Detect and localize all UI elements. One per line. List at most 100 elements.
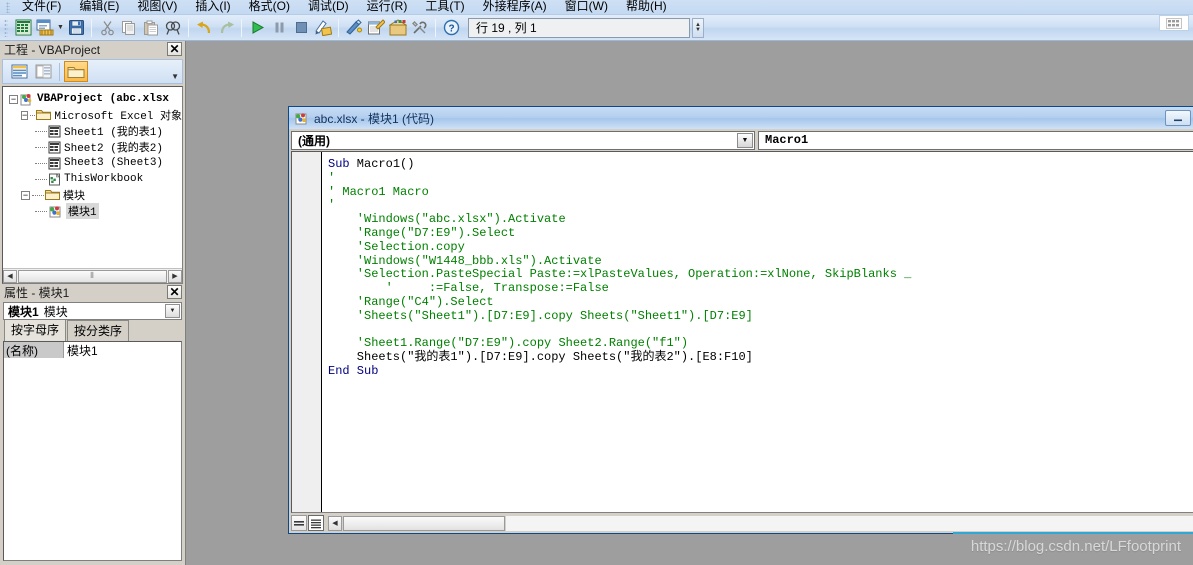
project-toolbar-separator: [59, 62, 60, 81]
help-icon[interactable]: ?: [440, 17, 462, 39]
toolbar-separator-1: [91, 18, 92, 37]
code-line: ' :=False, Transpose:=False: [328, 281, 609, 296]
project-explorer-panel: 工程 - VBAProject ✕ ▼ − VBAProject (abc.xl…: [0, 41, 186, 284]
tree-node-module1[interactable]: 模块1: [7, 203, 182, 219]
tree-connector: [35, 178, 47, 180]
code-window-titlebar[interactable]: abc.xlsx - 模块1 (代码): [289, 107, 1193, 129]
view-object-icon[interactable]: [31, 61, 55, 82]
full-module-view-button[interactable]: [308, 515, 324, 531]
project-tree-horizontal-scrollbar[interactable]: ◀ ⦀ ▶: [3, 268, 182, 283]
tree-node-modules-folder[interactable]: − 模块: [7, 187, 182, 203]
project-toolbar-overflow-icon[interactable]: ▼: [171, 72, 179, 81]
undo-icon[interactable]: [193, 17, 215, 39]
property-value[interactable]: 模块1: [64, 342, 181, 359]
chevron-down-icon[interactable]: ▼: [737, 132, 753, 148]
procedure-view-button[interactable]: [291, 515, 307, 531]
menu-item-debug[interactable]: 调试(D): [299, 0, 358, 14]
tab-categorized[interactable]: 按分类序: [67, 320, 130, 341]
pause-icon[interactable]: [268, 17, 290, 39]
object-browser-icon[interactable]: [387, 17, 409, 39]
properties-object-combo[interactable]: 模块1 模块 ▼: [3, 302, 182, 320]
menu-item-tools[interactable]: 工具(T): [416, 0, 473, 14]
insert-dropdown-arrow-icon[interactable]: ▼: [56, 17, 65, 39]
view-code-icon[interactable]: [7, 61, 31, 82]
redo-icon[interactable]: [215, 17, 237, 39]
tree-node-sheet3[interactable]: Sheet3 (Sheet3): [7, 155, 182, 171]
save-icon[interactable]: [65, 17, 87, 39]
chevron-down-icon[interactable]: ▼: [165, 304, 180, 318]
property-row[interactable]: (名称) 模块1: [4, 342, 181, 358]
code-editor-area[interactable]: Sub Macro1() ' ' Macro1 Macro ' 'Windows("a…: [291, 151, 1193, 513]
project-explorer-icon[interactable]: [343, 17, 365, 39]
code-window-title: abc.xlsx - 模块1 (代码): [314, 111, 435, 126]
code-text[interactable]: Sub Macro1() ' ' Macro1 Macro ' 'Windows("a…: [322, 152, 1193, 512]
cut-icon[interactable]: [96, 17, 118, 39]
tree-node-sheet1[interactable]: Sheet1 (我的表1): [7, 123, 182, 139]
toolbar-overflow-button[interactable]: ▲ ▼: [692, 17, 704, 38]
menu-item-window[interactable]: 窗口(W): [556, 0, 617, 14]
minimize-button[interactable]: [1165, 110, 1191, 126]
toolbar-corner-icon[interactable]: [1159, 15, 1189, 31]
project-panel-titlebar: 工程 - VBAProject ✕: [0, 41, 185, 58]
design-mode-icon[interactable]: [312, 17, 334, 39]
menu-item-edit[interactable]: 编辑(E): [70, 0, 128, 14]
toggle-folders-icon[interactable]: [64, 61, 88, 82]
tree-node-thisworkbook[interactable]: ThisWorkbook: [7, 171, 182, 187]
properties-grid[interactable]: (名称) 模块1: [3, 341, 182, 561]
toolbox-icon[interactable]: [409, 17, 431, 39]
expander-icon[interactable]: −: [21, 190, 30, 200]
tree-node-label: Sheet2 (我的表2): [64, 143, 164, 155]
insert-userform-icon[interactable]: [34, 17, 56, 39]
module-icon: [48, 205, 63, 218]
object-combo-value: (通用): [298, 133, 330, 148]
object-combo[interactable]: (通用) ▼: [291, 130, 755, 150]
properties-window-icon[interactable]: [365, 17, 387, 39]
close-icon[interactable]: ✕: [167, 42, 182, 56]
menu-item-help[interactable]: 帮助(H): [617, 0, 676, 14]
stop-icon[interactable]: [290, 17, 312, 39]
menu-bar-grip[interactable]: [6, 2, 10, 13]
procedure-combo[interactable]: Macro1: [758, 130, 1193, 150]
run-icon[interactable]: [246, 17, 268, 39]
sheet-icon: [48, 125, 61, 138]
horizontal-scrollbar-track[interactable]: [506, 515, 1193, 531]
scroll-left-icon[interactable]: ◀: [328, 515, 342, 531]
find-icon[interactable]: [162, 17, 184, 39]
tree-node-label: 模块: [63, 191, 85, 203]
toolbar-separator-5: [435, 18, 436, 37]
tree-node-excel-objects[interactable]: − Microsoft Excel 对象: [7, 107, 182, 123]
sheet-icon: [48, 157, 61, 170]
scrollbar-thumb[interactable]: ⦀: [18, 269, 167, 283]
code-line: ' Macro1 Macro: [328, 184, 429, 199]
scroll-right-icon[interactable]: ▶: [168, 269, 182, 283]
tree-node-vbaproject[interactable]: − VBAProject (abc.xlsx: [7, 91, 182, 107]
code-line: End Sub: [328, 363, 379, 378]
menu-item-run[interactable]: 运行(R): [358, 0, 417, 14]
tree-connector: [35, 210, 47, 212]
toolbar-grip[interactable]: [4, 18, 8, 37]
close-icon[interactable]: ✕: [167, 285, 182, 299]
tree-node-label: 模块1: [66, 203, 99, 219]
code-line: ': [328, 198, 336, 213]
scroll-left-icon[interactable]: ◀: [3, 269, 17, 283]
code-line: 'Range("C4").Select: [328, 294, 494, 309]
horizontal-scrollbar-thumb[interactable]: [343, 515, 505, 531]
project-tree[interactable]: − VBAProject (abc.xlsx − Microsoft Excel…: [2, 86, 183, 284]
expander-icon[interactable]: −: [21, 110, 29, 120]
code-line: 'Range("D7:E9").Select: [328, 225, 516, 240]
menu-item-view[interactable]: 视图(V): [128, 0, 186, 14]
menu-item-addins[interactable]: 外接程序(A): [474, 0, 556, 14]
expander-icon[interactable]: −: [9, 94, 18, 104]
toolbar-separator-4: [338, 18, 339, 37]
menu-item-file[interactable]: 文件(F): [13, 0, 70, 14]
copy-icon[interactable]: [118, 17, 140, 39]
view-excel-icon[interactable]: [12, 17, 34, 39]
tree-node-label: Microsoft Excel 对象: [54, 111, 182, 123]
toolbar-separator-2: [188, 18, 189, 37]
menu-item-insert[interactable]: 插入(I): [186, 0, 239, 14]
properties-object-type: 模块: [43, 304, 68, 319]
menu-item-format[interactable]: 格式(O): [240, 0, 299, 14]
paste-icon[interactable]: [140, 17, 162, 39]
tree-node-sheet2[interactable]: Sheet2 (我的表2): [7, 139, 182, 155]
tab-alphabetic[interactable]: 按字母序: [4, 319, 67, 341]
